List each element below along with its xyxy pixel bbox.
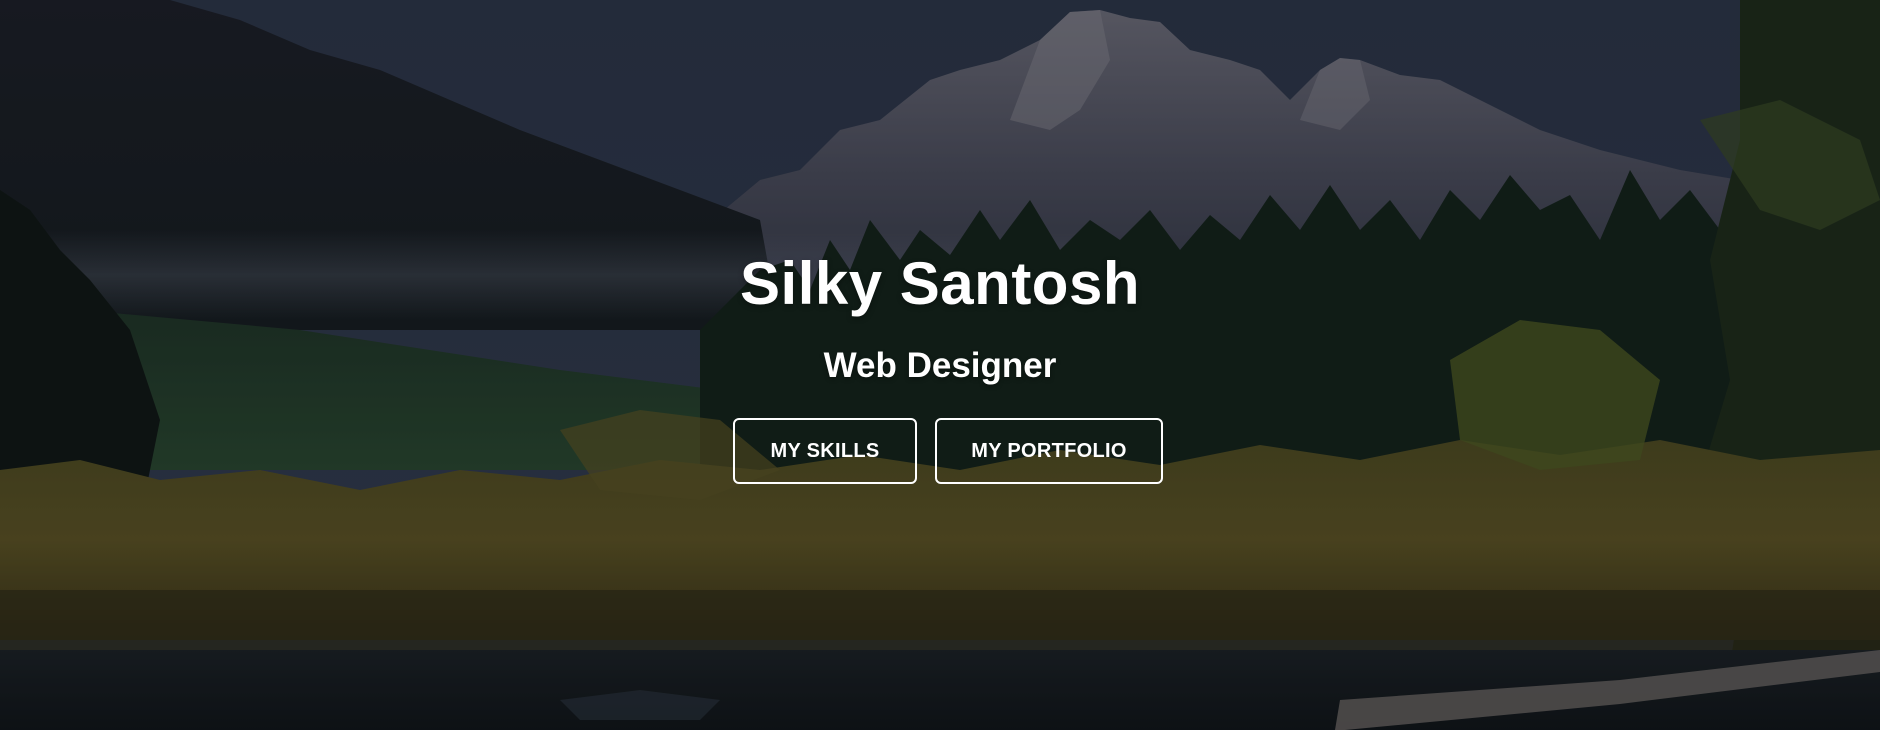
my-skills-button[interactable]: MY SKILLS	[733, 418, 917, 484]
hero-section: Silky Santosh Web Designer MY SKILLS MY …	[0, 0, 1880, 730]
hero-content: Silky Santosh Web Designer MY SKILLS MY …	[0, 0, 1880, 730]
hero-subtitle: Web Designer	[823, 346, 1057, 385]
hero-title: Silky Santosh	[740, 250, 1140, 317]
my-portfolio-button[interactable]: MY PORTFOLIO	[935, 418, 1163, 484]
